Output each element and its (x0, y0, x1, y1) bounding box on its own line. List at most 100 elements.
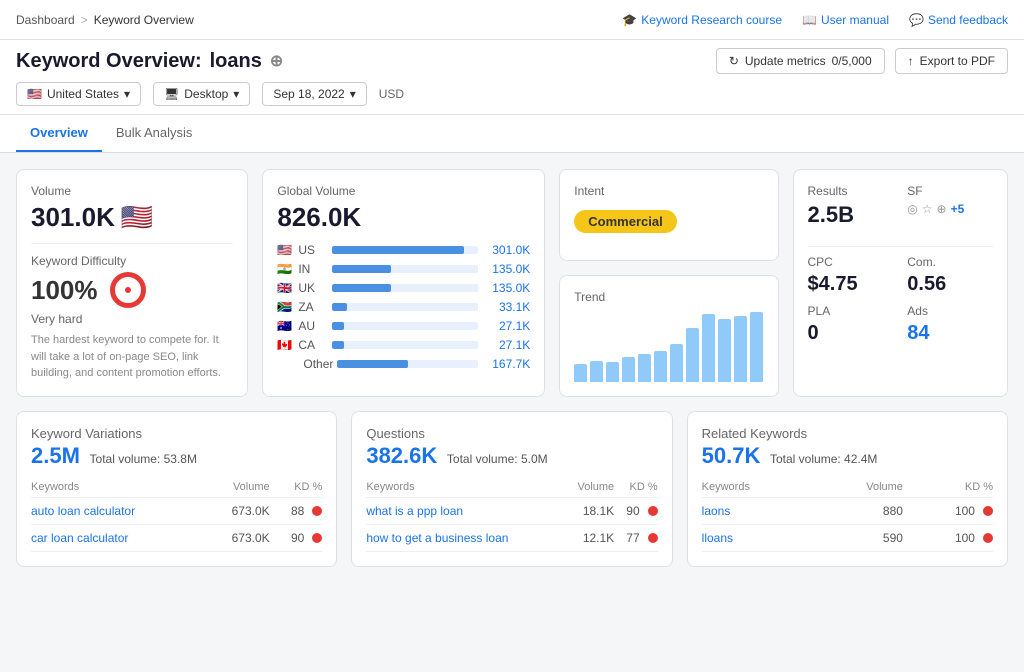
volume-card: Volume 301.0K 🇺🇸 Keyword Difficulty 100%… (16, 169, 248, 397)
volume-label: Volume (31, 184, 233, 198)
kv-vol-1: 673.0K (206, 497, 270, 524)
com-item: Com. 0.56 (907, 255, 993, 296)
related-keywords-card: Related Keywords 50.7K Total volume: 42.… (687, 411, 1008, 567)
country-list: 🇺🇸 US 301.0K 🇮🇳 IN 135.0K 🇬🇧 UK 135.0K (277, 243, 530, 371)
pla-value: 0 (808, 322, 894, 345)
kd-value: 100% (31, 275, 98, 306)
trend-bar-9 (702, 314, 715, 382)
intent-card: Intent Commercial (559, 169, 778, 261)
course-link[interactable]: 🎓 Keyword Research course (622, 13, 782, 27)
results-item-sf: SF ◎ ☆ ⊕ +5 (907, 184, 993, 228)
country-row-other: Other 167.7K (277, 357, 530, 371)
device-filter[interactable]: 🖥 Desktop ▾ (153, 82, 250, 106)
trend-card: Trend (559, 275, 778, 397)
keyword-name: loans (210, 50, 262, 73)
table-row: how to get a business loan 12.1K 77 (366, 524, 657, 551)
table-row: laons 880 100 (702, 497, 993, 524)
feedback-link[interactable]: 💬 Send feedback (909, 13, 1008, 27)
trend-label: Trend (574, 290, 763, 304)
kv-col-keywords: Keywords (31, 477, 206, 498)
export-pdf-button[interactable]: ↑ Export to PDF (895, 48, 1008, 74)
pla-item: PLA 0 (808, 304, 894, 345)
manual-link[interactable]: 📖 User manual (802, 13, 889, 27)
results-item-results: Results 2.5B (808, 184, 894, 228)
q-vol-1: 18.1K (563, 497, 614, 524)
kv-vol-2: 673.0K (206, 524, 270, 551)
rk-vol-2: 590 (816, 524, 903, 551)
add-keyword-icon[interactable]: ⊕ (270, 51, 283, 71)
intent-label: Intent (574, 184, 763, 198)
sf-icons: ◎ ☆ ⊕ +5 (907, 202, 993, 216)
trend-bar-12 (750, 312, 763, 382)
tab-overview[interactable]: Overview (16, 115, 102, 152)
rk-title: Related Keywords (702, 426, 993, 441)
q-kw-link-2[interactable]: how to get a business loan (366, 531, 508, 545)
kd-dot-2 (312, 533, 322, 543)
topbar-links: 🎓 Keyword Research course 📖 User manual … (622, 13, 1008, 27)
kd-label: Keyword Difficulty (31, 254, 233, 268)
ads-item: Ads 84 (907, 304, 993, 345)
trend-bar-2 (590, 361, 603, 382)
breadcrumb-separator: > (81, 13, 88, 27)
country-row-uk: 🇬🇧 UK 135.0K (277, 281, 530, 295)
subheader-top: Keyword Overview: loans ⊕ ↻ Update metri… (16, 48, 1008, 74)
flag-us-volume-icon: 🇺🇸 (121, 202, 153, 233)
rk-vol-1: 880 (816, 497, 903, 524)
pla-ads-row: PLA 0 Ads 84 (808, 304, 993, 345)
country-bar-other (337, 360, 478, 368)
country-bar-au (332, 322, 478, 330)
trend-chart (574, 312, 763, 382)
rk-kd-2: 100 (903, 524, 993, 551)
kv-kw-link-2[interactable]: car loan calculator (31, 531, 128, 545)
flag-uk-icon: 🇬🇧 (277, 281, 292, 295)
card-divider (31, 243, 233, 244)
cpc-label: CPC (808, 255, 894, 269)
rk-total-volume: Total volume: 42.4M (770, 452, 877, 466)
rk-kw-link-1[interactable]: laons (702, 504, 731, 518)
intent-trend-column: Intent Commercial Trend (559, 169, 778, 397)
intent-badge: Commercial (574, 210, 676, 233)
country-row-us: 🇺🇸 US 301.0K (277, 243, 530, 257)
kd-dot-rk1 (983, 506, 993, 516)
main-content: Volume 301.0K 🇺🇸 Keyword Difficulty 100%… (0, 153, 1024, 583)
country-row-ca: 🇨🇦 CA 27.1K (277, 338, 530, 352)
rk-count[interactable]: 50.7K (702, 443, 761, 468)
results-label: Results (808, 184, 894, 198)
country-bar-ca (332, 341, 478, 349)
results-card: Results 2.5B SF ◎ ☆ ⊕ +5 CPC $4.7 (793, 169, 1008, 397)
date-filter[interactable]: Sep 18, 2022 ▾ (262, 82, 366, 106)
sf-plus-count[interactable]: +5 (951, 202, 965, 216)
trend-bar-10 (718, 319, 731, 382)
q-col-keywords: Keywords (366, 477, 563, 498)
header-actions: ↻ Update metrics 0/5,000 ↑ Export to PDF (716, 48, 1008, 74)
tab-bulk-analysis[interactable]: Bulk Analysis (102, 115, 207, 152)
chevron-down-icon-3: ▾ (350, 87, 356, 101)
tabs-bar: Overview Bulk Analysis (0, 115, 1024, 153)
bottom-cards-row: Keyword Variations 2.5M Total volume: 53… (16, 411, 1008, 567)
breadcrumb-dashboard[interactable]: Dashboard (16, 13, 75, 27)
volume-value: 301.0K 🇺🇸 (31, 202, 233, 233)
rk-table: Keywords Volume KD % laons 880 100 lloan… (702, 477, 993, 552)
global-volume-label: Global Volume (277, 184, 530, 198)
q-count[interactable]: 382.6K (366, 443, 437, 468)
title-prefix: Keyword Overview: (16, 50, 202, 73)
rk-col-volume: Volume (816, 477, 903, 498)
rk-kw-link-2[interactable]: lloans (702, 531, 733, 545)
update-metrics-button[interactable]: ↻ Update metrics 0/5,000 (716, 48, 885, 74)
top-cards-row: Volume 301.0K 🇺🇸 Keyword Difficulty 100%… (16, 169, 1008, 397)
kd-dot-1 (312, 506, 322, 516)
kd-dot-q1 (648, 506, 658, 516)
country-filter[interactable]: 🇺🇸 United States ▾ (16, 82, 141, 106)
kv-total-volume: Total volume: 53.8M (90, 452, 197, 466)
trend-bar-6 (654, 351, 667, 382)
com-label: Com. (907, 255, 993, 269)
rk-col-keywords: Keywords (702, 477, 816, 498)
q-table: Keywords Volume KD % what is a ppp loan … (366, 477, 657, 552)
kv-kw-link-1[interactable]: auto loan calculator (31, 504, 135, 518)
trend-bar-1 (574, 364, 587, 382)
q-col-kd: KD % (614, 477, 657, 498)
q-kw-link-1[interactable]: what is a ppp loan (366, 504, 463, 518)
kv-col-volume: Volume (206, 477, 270, 498)
ads-value: 84 (907, 322, 993, 345)
kv-count[interactable]: 2.5M (31, 443, 80, 468)
